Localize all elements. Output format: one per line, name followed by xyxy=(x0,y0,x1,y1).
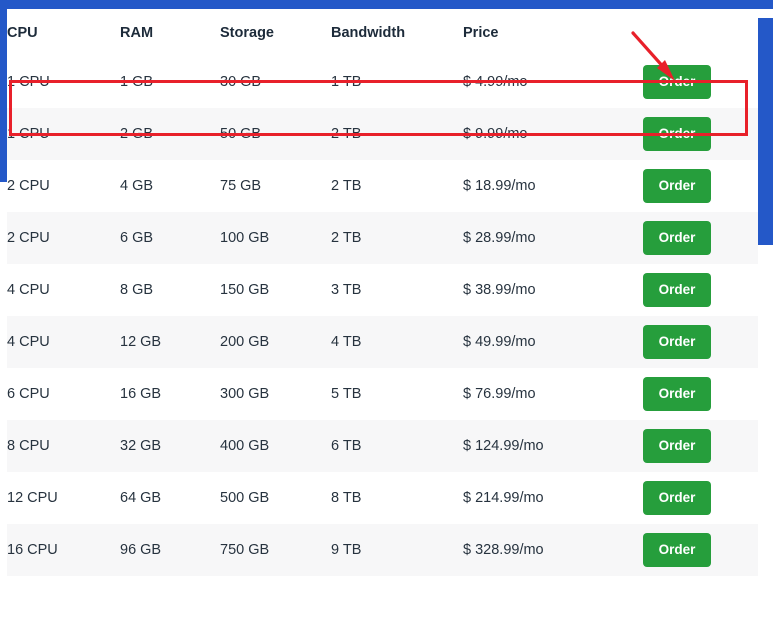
cell-storage: 30 GB xyxy=(220,74,262,90)
cell-storage: 400 GB xyxy=(220,438,270,454)
order-button[interactable]: Order xyxy=(643,65,711,99)
cell-price: $ 49.99/mo xyxy=(463,334,536,350)
cell-storage: 750 GB xyxy=(220,542,270,558)
order-button[interactable]: Order xyxy=(643,481,711,515)
table-row: 8 CPU 32 GB 400 GB 6 TB $ 124.99/mo Order xyxy=(7,420,758,472)
cell-storage: 50 GB xyxy=(220,126,262,142)
cell-bandwidth: 2 TB xyxy=(331,178,362,194)
column-header-action xyxy=(643,9,758,56)
cell-ram: 4 GB xyxy=(120,178,154,194)
cell-price: $ 76.99/mo xyxy=(463,386,536,402)
cell-bandwidth: 3 TB xyxy=(331,282,362,298)
cell-action: Order xyxy=(643,524,758,576)
cell-price: $ 38.99/mo xyxy=(463,282,536,298)
cell-price: $ 9.99/mo xyxy=(463,126,528,142)
table-row: 1 CPU 2 GB 50 GB 2 TB $ 9.99/mo Order xyxy=(7,108,758,160)
column-header-bandwidth: Bandwidth xyxy=(331,24,406,41)
cell-price: $ 124.99/mo xyxy=(463,438,544,454)
order-button[interactable]: Order xyxy=(643,429,711,463)
cell-action: Order xyxy=(643,264,758,316)
pricing-table: CPU RAM Storage Bandwidth Price 1 CPU 1 G… xyxy=(7,9,758,576)
table-row: 4 CPU 8 GB 150 GB 3 TB $ 38.99/mo Order xyxy=(7,264,758,316)
cell-action: Order xyxy=(643,212,758,264)
cell-ram: 32 GB xyxy=(120,438,162,454)
cell-storage: 150 GB xyxy=(220,282,270,298)
order-button[interactable]: Order xyxy=(643,273,711,307)
cell-storage: 200 GB xyxy=(220,334,270,350)
cell-cpu: 12 CPU xyxy=(7,490,58,506)
vertical-scrollbar-track[interactable] xyxy=(758,9,773,630)
cell-ram: 12 GB xyxy=(120,334,162,350)
column-header-storage: Storage xyxy=(220,24,274,41)
cell-storage: 500 GB xyxy=(220,490,270,506)
table-row: 2 CPU 6 GB 100 GB 2 TB $ 28.99/mo Order xyxy=(7,212,758,264)
cell-action: Order xyxy=(643,472,758,524)
table-header: CPU RAM Storage Bandwidth Price xyxy=(7,9,758,56)
cell-cpu: 1 CPU xyxy=(7,126,50,142)
cell-action: Order xyxy=(643,108,758,160)
cell-price: $ 214.99/mo xyxy=(463,490,544,506)
cell-cpu: 8 CPU xyxy=(7,438,50,454)
top-blue-strip xyxy=(0,0,773,9)
pricing-table-card: CPU RAM Storage Bandwidth Price 1 CPU 1 G… xyxy=(7,9,758,618)
cell-ram: 1 GB xyxy=(120,74,154,90)
order-button[interactable]: Order xyxy=(643,117,711,151)
vertical-scrollbar-thumb[interactable] xyxy=(758,18,773,245)
column-header-price: Price xyxy=(463,24,499,41)
order-button[interactable]: Order xyxy=(643,221,711,255)
column-header-ram: RAM xyxy=(120,24,154,41)
order-button[interactable]: Order xyxy=(643,533,711,567)
cell-price: $ 18.99/mo xyxy=(463,178,536,194)
screenshot-root: CPU RAM Storage Bandwidth Price 1 CPU 1 G… xyxy=(0,0,773,630)
cell-cpu: 4 CPU xyxy=(7,282,50,298)
order-button[interactable]: Order xyxy=(643,169,711,203)
cell-cpu: 2 CPU xyxy=(7,178,50,194)
cell-bandwidth: 4 TB xyxy=(331,334,362,350)
cell-storage: 75 GB xyxy=(220,178,262,194)
left-blue-accent-bar xyxy=(0,9,7,182)
cell-bandwidth: 5 TB xyxy=(331,386,362,402)
table-row: 6 CPU 16 GB 300 GB 5 TB $ 76.99/mo Order xyxy=(7,368,758,420)
cell-cpu: 16 CPU xyxy=(7,542,58,558)
cell-cpu: 6 CPU xyxy=(7,386,50,402)
cell-price: $ 328.99/mo xyxy=(463,542,544,558)
table-header-row: CPU RAM Storage Bandwidth Price xyxy=(7,9,758,56)
order-button[interactable]: Order xyxy=(643,325,711,359)
cell-ram: 64 GB xyxy=(120,490,162,506)
cell-action: Order xyxy=(643,368,758,420)
table-row: 16 CPU 96 GB 750 GB 9 TB $ 328.99/mo Order xyxy=(7,524,758,576)
cell-bandwidth: 2 TB xyxy=(331,126,362,142)
cell-action: Order xyxy=(643,316,758,368)
cell-price: $ 28.99/mo xyxy=(463,230,536,246)
cell-bandwidth: 2 TB xyxy=(331,230,362,246)
cell-ram: 2 GB xyxy=(120,126,154,142)
cell-action: Order xyxy=(643,160,758,212)
cell-bandwidth: 1 TB xyxy=(331,74,362,90)
cell-ram: 16 GB xyxy=(120,386,162,402)
cell-cpu: 4 CPU xyxy=(7,334,50,350)
cell-bandwidth: 8 TB xyxy=(331,490,362,506)
cell-ram: 6 GB xyxy=(120,230,154,246)
cell-ram: 96 GB xyxy=(120,542,162,558)
table-row: 1 CPU 1 GB 30 GB 1 TB $ 4.99/mo Order xyxy=(7,56,758,108)
table-body: 1 CPU 1 GB 30 GB 1 TB $ 4.99/mo Order 1 CPU 2 G… xyxy=(7,56,758,576)
cell-cpu: 1 CPU xyxy=(7,74,50,90)
cell-action: Order xyxy=(643,56,758,108)
table-row: 4 CPU 12 GB 200 GB 4 TB $ 49.99/mo Order xyxy=(7,316,758,368)
table-row: 2 CPU 4 GB 75 GB 2 TB $ 18.99/mo Order xyxy=(7,160,758,212)
cell-bandwidth: 9 TB xyxy=(331,542,362,558)
table-row: 12 CPU 64 GB 500 GB 8 TB $ 214.99/mo Order xyxy=(7,472,758,524)
cell-price: $ 4.99/mo xyxy=(463,74,528,90)
cell-cpu: 2 CPU xyxy=(7,230,50,246)
cell-ram: 8 GB xyxy=(120,282,154,298)
cell-action: Order xyxy=(643,420,758,472)
cell-bandwidth: 6 TB xyxy=(331,438,362,454)
cell-storage: 300 GB xyxy=(220,386,270,402)
cell-storage: 100 GB xyxy=(220,230,270,246)
order-button[interactable]: Order xyxy=(643,377,711,411)
column-header-cpu: CPU xyxy=(7,24,38,41)
